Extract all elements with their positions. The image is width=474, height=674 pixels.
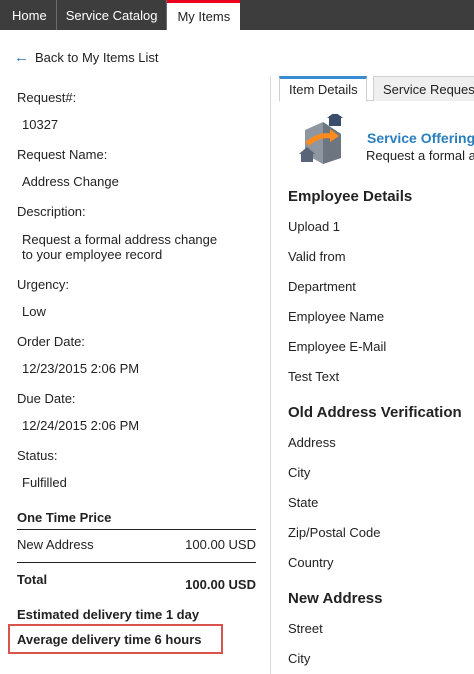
back-link-label: Back to My Items List bbox=[35, 50, 159, 65]
field-label: Zip/Postal Code bbox=[288, 525, 381, 540]
service-offering-title: Service Offering bbox=[367, 130, 474, 146]
tab-service-request[interactable]: Service Reques bbox=[373, 76, 474, 101]
field-label: Department bbox=[288, 279, 356, 294]
description-line-2: to your employee record bbox=[22, 247, 163, 262]
price-item-amount: 100.00 USD bbox=[185, 537, 256, 552]
field-label: City bbox=[288, 651, 311, 666]
status-label: Status: bbox=[17, 448, 58, 463]
field-label: City bbox=[288, 465, 311, 480]
request-name-label: Request Name: bbox=[17, 147, 108, 162]
urgency-value: Low bbox=[22, 304, 46, 319]
field-label: Street bbox=[288, 621, 323, 636]
one-time-price-heading: One Time Price bbox=[17, 510, 112, 525]
price-item-name: New Address bbox=[17, 537, 94, 552]
description-line-1: Request a formal address change bbox=[22, 232, 218, 247]
field-label: Test Text bbox=[288, 369, 340, 384]
estimated-delivery: Estimated delivery time 1 day bbox=[17, 607, 200, 622]
description-label: Description: bbox=[17, 204, 86, 219]
request-name-value: Address Change bbox=[22, 174, 119, 189]
nav-service-catalog[interactable]: Service Catalog bbox=[57, 0, 167, 30]
urgency-label: Urgency: bbox=[17, 277, 70, 292]
old-address-heading: Old Address Verification bbox=[288, 404, 462, 421]
status-value: Fulfilled bbox=[22, 475, 67, 490]
due-date-label: Due Date: bbox=[17, 391, 76, 406]
field-label: Employee E-Mail bbox=[288, 339, 387, 354]
tab-bar: Item Details Service Reques bbox=[279, 76, 474, 102]
nav-my-items[interactable]: My Items bbox=[167, 0, 241, 30]
order-date-label: Order Date: bbox=[17, 334, 85, 349]
field-label: Upload 1 bbox=[288, 219, 341, 234]
field-label: Employee Name bbox=[288, 309, 385, 324]
request-number-label: Request#: bbox=[17, 90, 77, 105]
order-date-value: 12/23/2015 2:06 PM bbox=[22, 361, 140, 376]
total-label: Total bbox=[17, 572, 48, 587]
request-summary-panel: Request#: 10327 Request Name: Address Ch… bbox=[0, 76, 268, 674]
field-label: Country bbox=[288, 555, 334, 570]
item-details-panel: Item Details Service Reques Service Offe… bbox=[270, 76, 474, 674]
total-divider bbox=[17, 562, 256, 563]
average-delivery: Average delivery time 6 hours bbox=[17, 632, 202, 647]
address-change-icon bbox=[299, 114, 343, 164]
top-navigation: Home Service Catalog My Items bbox=[0, 0, 474, 30]
price-divider bbox=[17, 529, 256, 530]
back-to-list-link[interactable]: ← Back to My Items List bbox=[14, 50, 159, 65]
arrow-left-icon: ← bbox=[14, 49, 29, 66]
due-date-value: 12/24/2015 2:06 PM bbox=[22, 418, 140, 433]
field-label: Valid from bbox=[288, 249, 346, 264]
service-offering-description: Request a formal a bbox=[366, 148, 474, 163]
field-label: Address bbox=[288, 435, 336, 450]
nav-home[interactable]: Home bbox=[0, 0, 56, 30]
field-label: State bbox=[288, 495, 319, 510]
tab-item-details[interactable]: Item Details bbox=[279, 76, 367, 102]
request-number-value: 10327 bbox=[22, 117, 59, 132]
new-address-heading: New Address bbox=[288, 590, 383, 607]
total-amount: 100.00 USD bbox=[185, 577, 256, 592]
employee-details-heading: Employee Details bbox=[288, 188, 413, 205]
